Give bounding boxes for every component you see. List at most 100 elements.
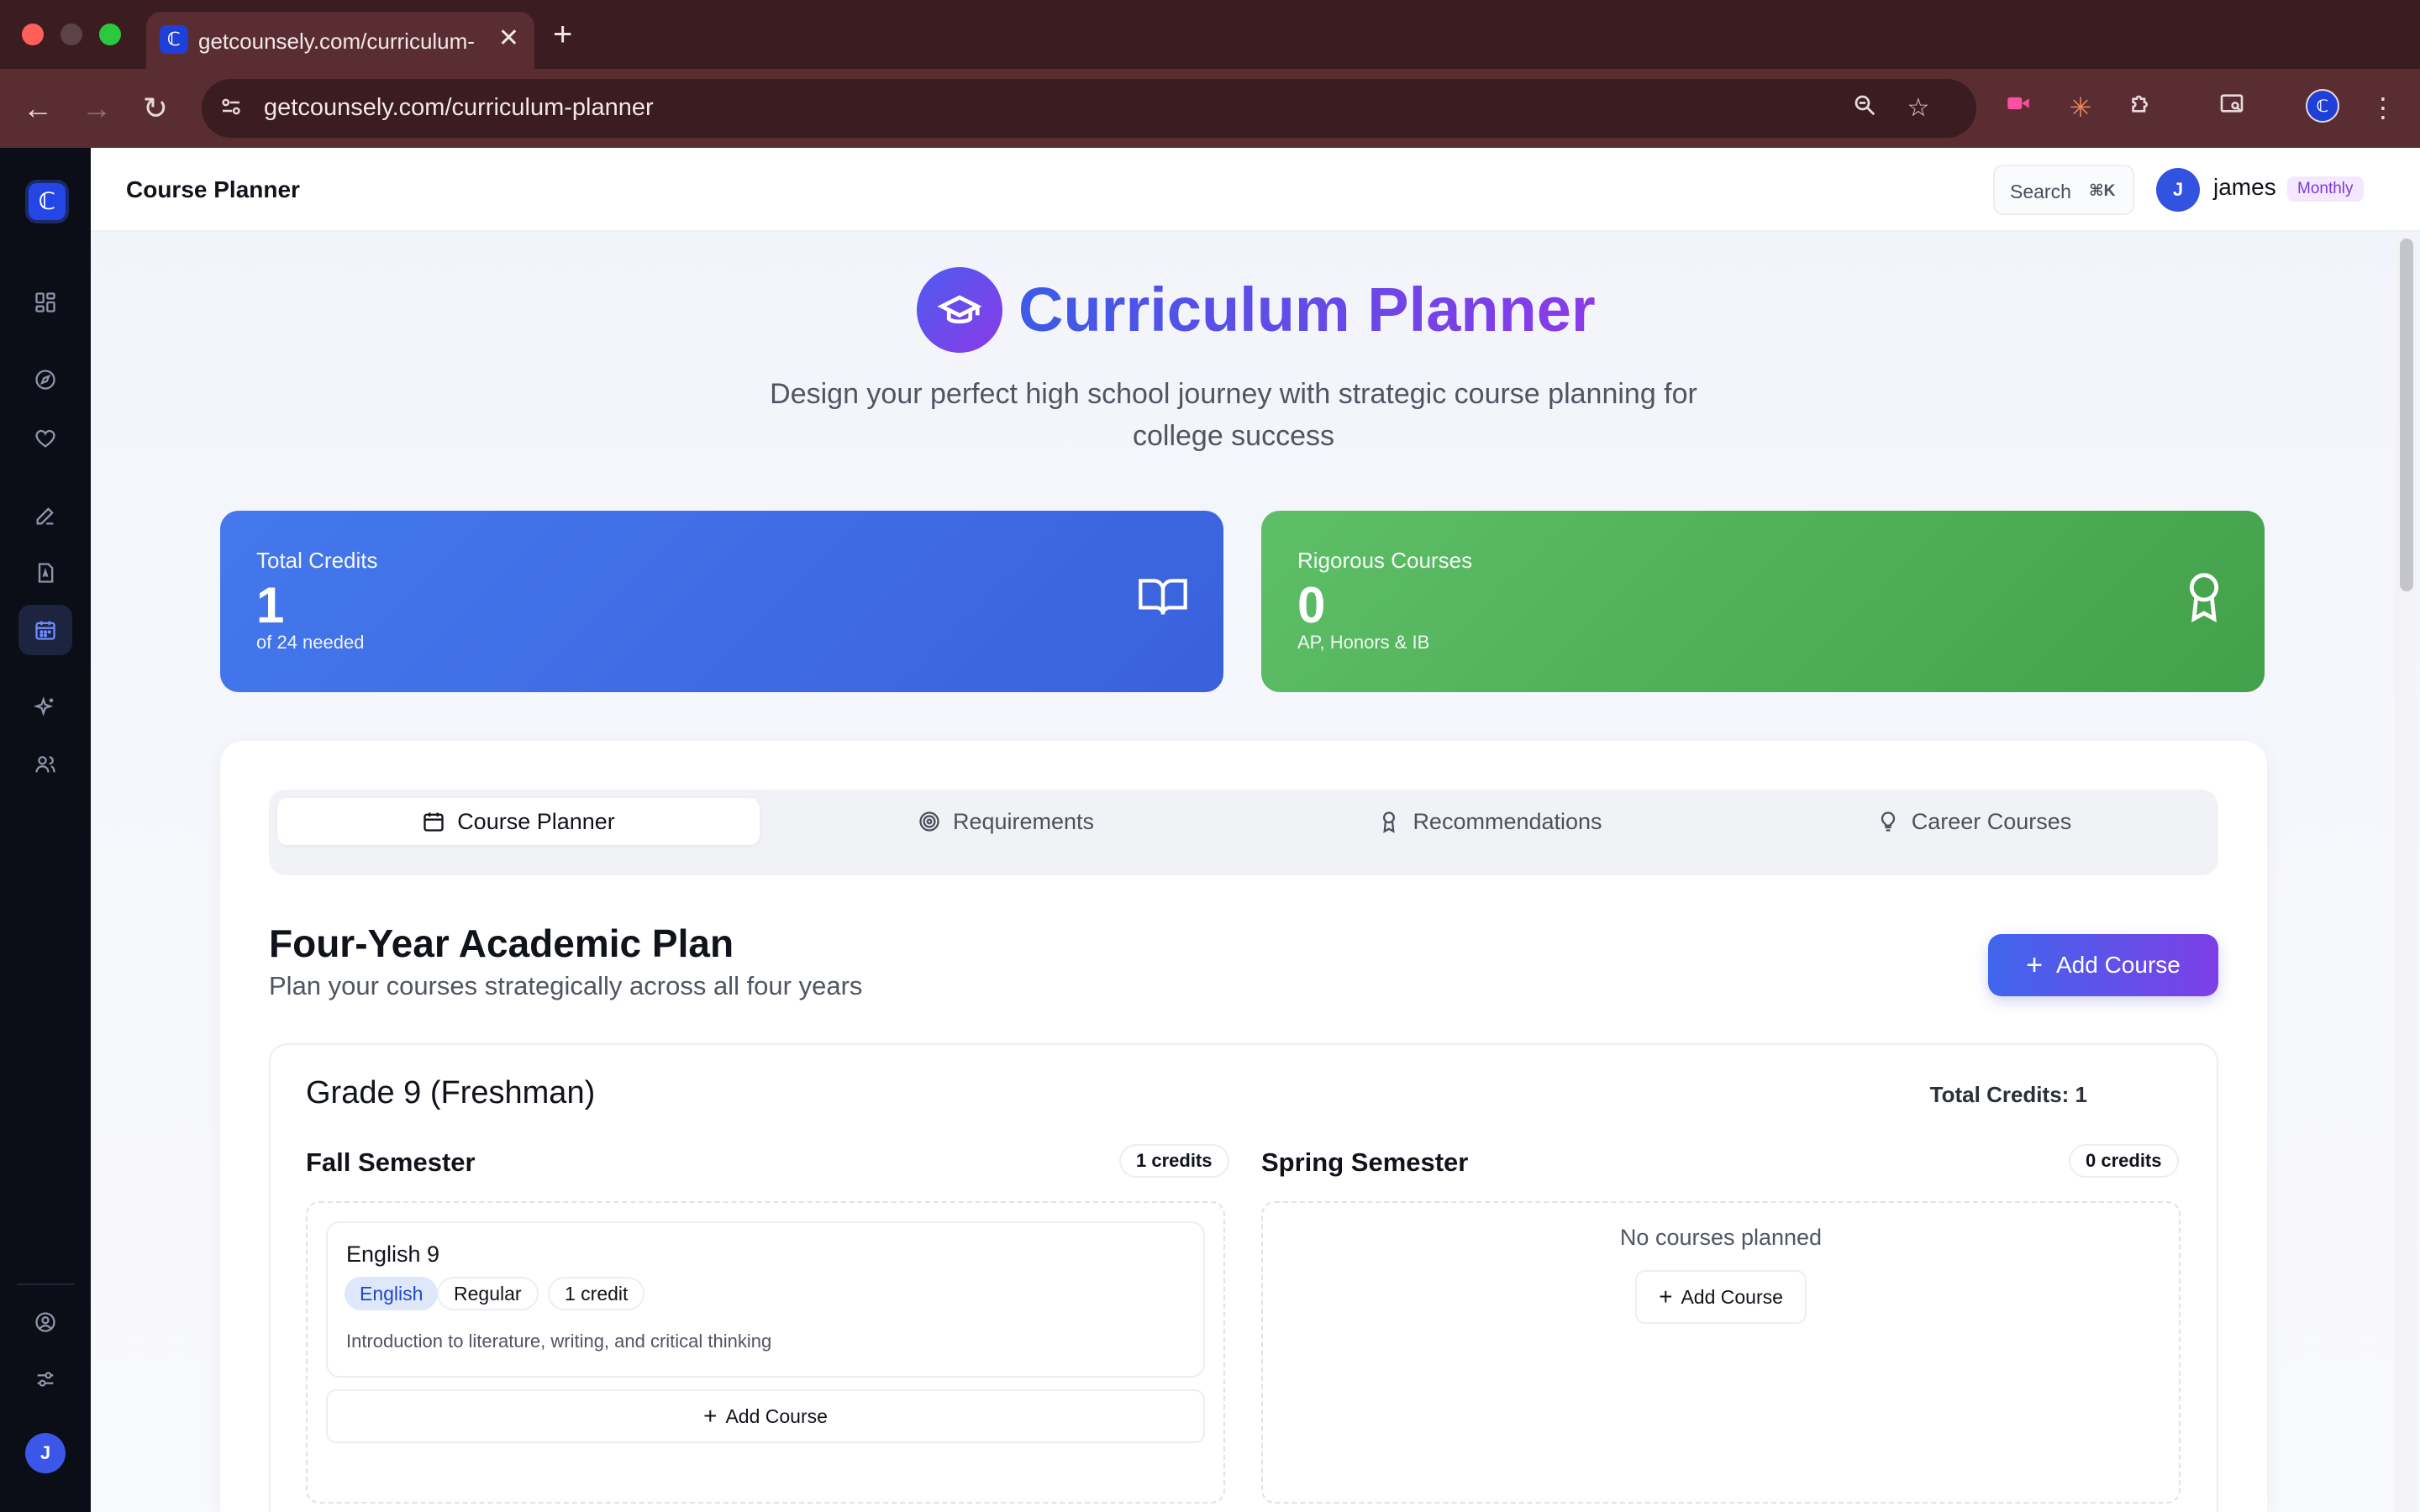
extension-video-icon[interactable] bbox=[2000, 89, 2037, 126]
profile-icon[interactable]: ℂ bbox=[2304, 89, 2341, 126]
sidebar-item-settings[interactable] bbox=[18, 1354, 72, 1404]
window-close-button[interactable] bbox=[22, 24, 44, 45]
address-bar[interactable]: getcounsely.com/curriculum-planner ☆ bbox=[202, 79, 1976, 138]
sidebar-avatar[interactable]: J bbox=[25, 1433, 66, 1473]
svg-text:ℂ: ℂ bbox=[2317, 96, 2329, 116]
sidebar-divider bbox=[17, 1284, 74, 1285]
app-logo-icon[interactable]: ℂ bbox=[29, 183, 66, 220]
graduation-cap-icon bbox=[917, 267, 1002, 353]
tab-label: Requirements bbox=[952, 808, 1095, 834]
pen-icon bbox=[36, 507, 54, 525]
sparkles-icon bbox=[33, 696, 54, 717]
fall-semester-title: Fall Semester bbox=[306, 1147, 476, 1177]
plus-icon: + bbox=[1659, 1284, 1673, 1310]
add-course-button[interactable]: + Add Course bbox=[1988, 934, 2218, 996]
sidebar-item-community[interactable] bbox=[18, 739, 72, 790]
hero-subtitle: Design your perfect high school journey … bbox=[770, 378, 1697, 452]
sidebar-item-dashboard[interactable] bbox=[18, 277, 72, 328]
sidebar-item-ai[interactable] bbox=[18, 682, 72, 732]
plan-title: Four-Year Academic Plan bbox=[269, 921, 734, 965]
tab-label: Recommendations bbox=[1413, 808, 1602, 834]
stat-note: AP, Honors & IB bbox=[1297, 632, 1430, 653]
favicon-icon: ℂ bbox=[160, 25, 188, 54]
stat-label: Total Credits bbox=[256, 548, 378, 573]
back-arrow-icon[interactable]: ← bbox=[20, 91, 55, 126]
plan-subtitle: Plan your courses strategically across a… bbox=[269, 971, 863, 1000]
extension-sparkle-icon[interactable]: ✳ bbox=[2062, 89, 2099, 126]
sidebar-item-documents[interactable] bbox=[18, 548, 72, 598]
stat-label: Rigorous Courses bbox=[1297, 548, 1473, 573]
heart-icon bbox=[35, 429, 55, 448]
sliders-icon bbox=[37, 1372, 54, 1387]
window-minimize-button[interactable] bbox=[60, 24, 82, 45]
browser-menu-icon[interactable]: ⋮ bbox=[2365, 89, 2402, 126]
add-course-label: Add Course bbox=[2055, 952, 2181, 978]
tab-label: Career Courses bbox=[1911, 808, 2072, 834]
grid-icon bbox=[35, 292, 55, 312]
spring-semester-credits: 0 credits bbox=[2069, 1144, 2179, 1178]
grade-title: Grade 9 (Freshman) bbox=[306, 1075, 596, 1110]
tab-requirements[interactable]: Requirements bbox=[765, 798, 1247, 845]
target-icon bbox=[919, 811, 939, 832]
browser-tab-bar: ℂ getcounsely.com/curriculum-planner ✕ + bbox=[0, 0, 2420, 69]
document-icon bbox=[38, 563, 54, 583]
users-icon bbox=[35, 756, 55, 773]
tab-career-courses[interactable]: Career Courses bbox=[1733, 798, 2215, 845]
tab-recommendations[interactable]: Recommendations bbox=[1249, 798, 1731, 845]
lightbulb-icon bbox=[1881, 811, 1895, 832]
spring-add-course-button[interactable]: + Add Course bbox=[1635, 1270, 1807, 1324]
browser-tab[interactable]: ℂ getcounsely.com/curriculum-planner ✕ bbox=[146, 12, 534, 69]
plus-icon: + bbox=[703, 1403, 718, 1429]
open-book-icon bbox=[1139, 579, 1187, 615]
add-course-label: Add Course bbox=[725, 1404, 828, 1427]
grade-total-credits: Total Credits: 1 bbox=[1929, 1082, 2087, 1107]
app-root: ℂ J Course Planner Search ⌘K J james Mon… bbox=[0, 148, 2420, 1512]
empty-state-text: No courses planned bbox=[1619, 1225, 1823, 1250]
course-name: English 9 bbox=[346, 1242, 440, 1267]
award-icon bbox=[2189, 573, 2219, 623]
tab-close-icon[interactable]: ✕ bbox=[498, 24, 519, 54]
user-name[interactable]: james bbox=[2213, 174, 2276, 201]
zoom-icon[interactable] bbox=[1849, 92, 1881, 124]
award-icon bbox=[1383, 811, 1396, 833]
fall-add-course-button[interactable]: + Add Course bbox=[326, 1389, 1205, 1443]
plus-icon: + bbox=[2026, 949, 2043, 981]
user-avatar[interactable]: J bbox=[2156, 168, 2200, 212]
bookmark-star-icon[interactable]: ☆ bbox=[1902, 92, 1934, 124]
new-tab-icon[interactable]: + bbox=[553, 13, 572, 55]
sidebar-item-planner[interactable] bbox=[18, 605, 72, 655]
tab-search-icon[interactable] bbox=[2213, 89, 2250, 126]
search-shortcut: ⌘K bbox=[2089, 182, 2116, 200]
user-circle-icon bbox=[35, 1312, 55, 1332]
add-course-label: Add Course bbox=[1681, 1285, 1783, 1308]
course-subject-chip: English bbox=[345, 1277, 439, 1310]
stat-value: 1 bbox=[256, 577, 285, 633]
reload-icon[interactable]: ↻ bbox=[138, 91, 173, 126]
window-zoom-button[interactable] bbox=[99, 24, 121, 45]
tab-label: Course Planner bbox=[457, 808, 615, 834]
hero-title: Curriculum Planner bbox=[1018, 275, 1596, 344]
calendar-icon bbox=[424, 812, 444, 832]
sidebar-item-essays[interactable] bbox=[18, 491, 72, 541]
tab-title: getcounsely.com/curriculum-planner bbox=[198, 29, 476, 54]
search-button[interactable]: Search ⌘K bbox=[1993, 165, 2134, 215]
course-card[interactable]: English 9 English Regular 1 credit Intro… bbox=[326, 1221, 1205, 1378]
page-title: Course Planner bbox=[126, 176, 300, 202]
compass-icon bbox=[35, 370, 55, 390]
extensions-puzzle-icon[interactable] bbox=[2123, 89, 2160, 126]
plan-badge: Monthly bbox=[2287, 176, 2364, 202]
main-content: Course Planner Search ⌘K J james Monthly… bbox=[91, 148, 2420, 1512]
sidebar: ℂ J bbox=[0, 148, 91, 1512]
planner-tabs: Course Planner Requirements Recommendati… bbox=[269, 790, 2218, 875]
scrollbar-thumb[interactable] bbox=[2400, 239, 2413, 591]
sidebar-item-profile[interactable] bbox=[18, 1297, 72, 1347]
site-info-icon[interactable] bbox=[217, 94, 245, 123]
course-level-chip: Regular bbox=[437, 1277, 539, 1310]
forward-arrow-icon[interactable]: → bbox=[79, 91, 114, 126]
course-description: Introduction to literature, writing, and… bbox=[346, 1331, 772, 1352]
sidebar-item-favorites[interactable] bbox=[18, 413, 72, 464]
tab-course-planner[interactable]: Course Planner bbox=[277, 798, 760, 845]
fall-semester-credits: 1 credits bbox=[1119, 1144, 1229, 1178]
sidebar-item-explore[interactable] bbox=[18, 354, 72, 405]
stat-value: 0 bbox=[1297, 577, 1326, 633]
